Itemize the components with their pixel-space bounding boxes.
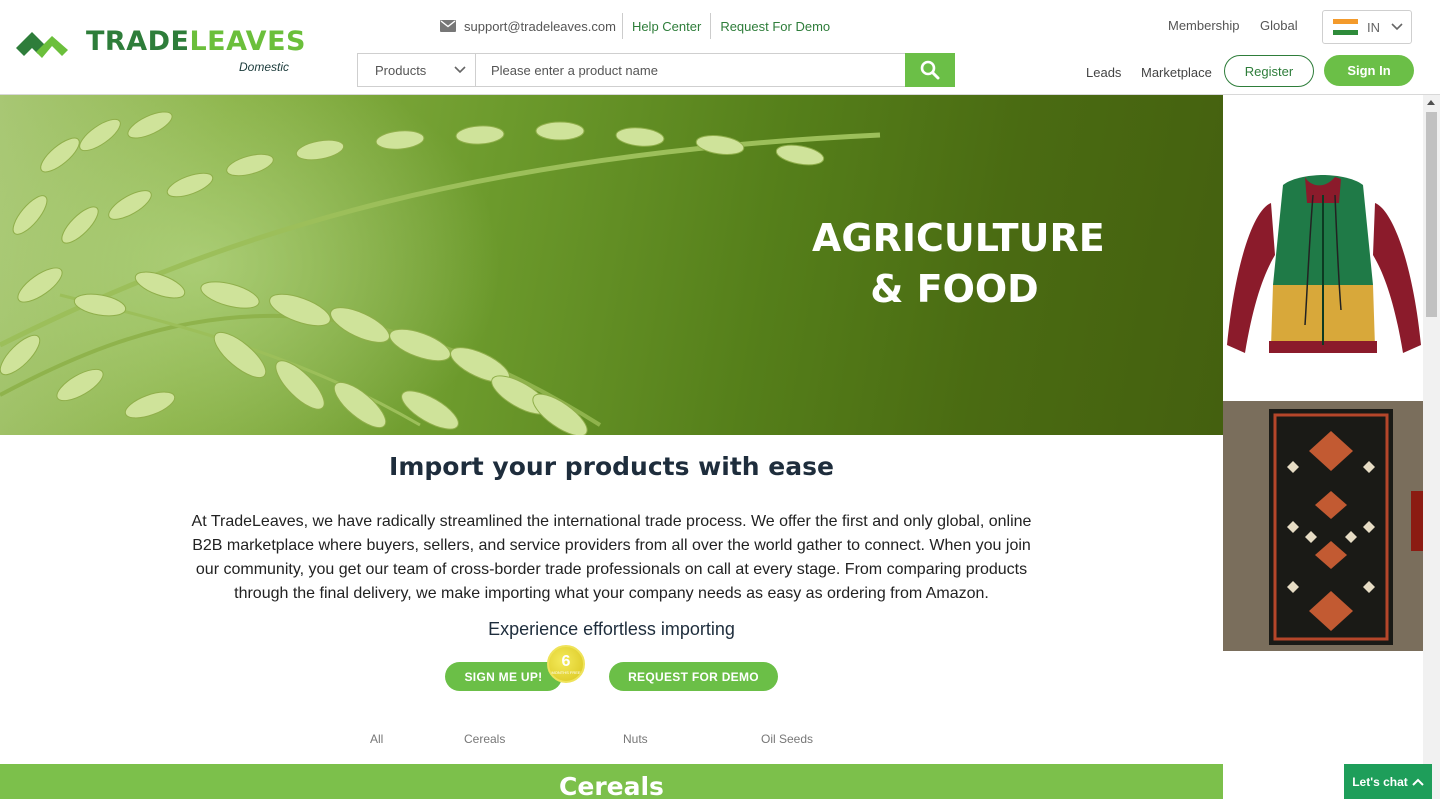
- search-button[interactable]: [905, 53, 955, 87]
- request-demo-link[interactable]: Request For Demo: [711, 13, 839, 39]
- search-input[interactable]: [476, 54, 905, 86]
- leads-link[interactable]: Leads: [1086, 65, 1121, 80]
- hero-title-line2: & FOOD: [870, 267, 1039, 311]
- scroll-up-arrow-icon[interactable]: [1427, 100, 1435, 105]
- search-category-label: Products: [375, 62, 427, 78]
- logo-leaf-icon: [16, 32, 68, 58]
- chevron-up-icon: [1412, 778, 1424, 786]
- sub-heading: Experience effortless importing: [488, 619, 735, 639]
- page-scrollbar[interactable]: [1423, 95, 1440, 799]
- category-section-band: Cereals: [0, 764, 1223, 799]
- register-button[interactable]: Register: [1224, 55, 1314, 87]
- chat-button[interactable]: Let's chat: [1344, 764, 1432, 799]
- support-email[interactable]: support@tradeleaves.com: [440, 13, 623, 39]
- six-months-free-badge: 6 MONTHS FREE: [547, 645, 585, 683]
- jacket-product-image[interactable]: [1223, 95, 1423, 399]
- side-product-panel: [1223, 95, 1423, 799]
- logo-subtitle: Domestic: [239, 60, 290, 74]
- global-link[interactable]: Global: [1260, 18, 1298, 33]
- support-email-text: support@tradeleaves.com: [464, 18, 616, 34]
- sign-in-button[interactable]: Sign In: [1324, 55, 1414, 86]
- scrollbar-thumb[interactable]: [1426, 112, 1437, 317]
- country-code: IN: [1367, 19, 1380, 35]
- hero-title: AGRICULTURE & FOOD: [812, 213, 1105, 315]
- help-center-link[interactable]: Help Center: [623, 13, 712, 39]
- marketplace-link[interactable]: Marketplace: [1141, 65, 1212, 80]
- tab-oil-seeds[interactable]: Oil Seeds: [761, 732, 813, 746]
- membership-link[interactable]: Membership: [1168, 18, 1240, 33]
- request-demo-button[interactable]: REQUEST FOR DEMO: [609, 662, 778, 691]
- logo[interactable]: TRADELEAVES Domestic: [16, 24, 306, 78]
- search-category-select[interactable]: Products: [358, 54, 476, 86]
- mail-icon: [440, 20, 456, 32]
- chevron-down-icon: [454, 66, 466, 74]
- search-icon: [920, 60, 940, 80]
- section-title: Cereals: [559, 772, 664, 799]
- tab-nuts[interactable]: Nuts: [623, 732, 648, 746]
- hero-banner: AGRICULTURE & FOOD: [0, 95, 1223, 435]
- site-header: TRADELEAVES Domestic support@tradeleaves…: [0, 0, 1440, 95]
- india-flag-icon: [1333, 19, 1358, 35]
- logo-text-trade: TRADE: [86, 26, 190, 57]
- chat-label: Let's chat: [1352, 774, 1408, 789]
- sign-me-up-button[interactable]: SIGN ME UP!: [445, 662, 562, 691]
- intro-paragraph: At TradeLeaves, we have radically stream…: [191, 513, 1032, 602]
- hero-title-line1: AGRICULTURE: [812, 216, 1105, 260]
- tab-all[interactable]: All: [370, 732, 383, 746]
- search-bar: Products: [357, 53, 955, 87]
- badge-text: MONTHS FREE: [551, 669, 581, 675]
- main-heading: Import your products with ease: [389, 452, 834, 481]
- tab-cereals[interactable]: Cereals: [464, 732, 505, 746]
- country-select[interactable]: IN: [1322, 10, 1412, 44]
- badge-number: 6: [561, 652, 571, 670]
- top-links: support@tradeleaves.com Help Center Requ…: [440, 12, 839, 40]
- logo-text-leaves: LEAVES: [189, 26, 306, 57]
- rug-product-image[interactable]: [1223, 401, 1423, 651]
- chevron-down-icon: [1391, 23, 1403, 31]
